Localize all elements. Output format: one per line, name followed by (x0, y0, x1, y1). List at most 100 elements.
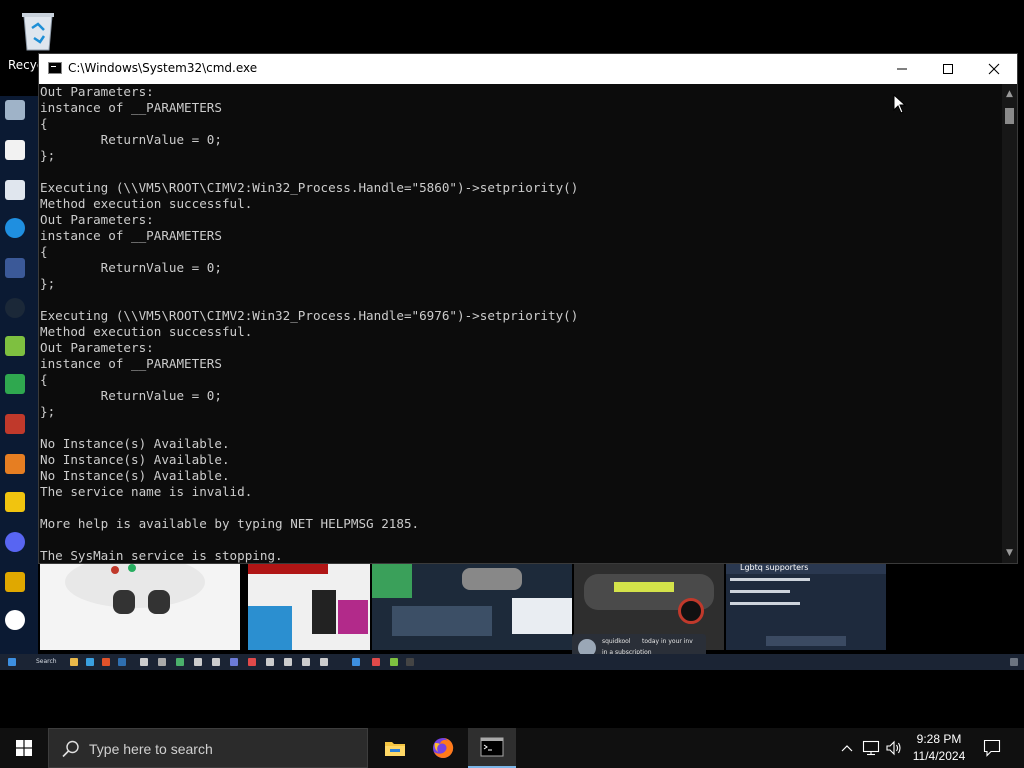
inner-taskbar-app[interactable] (176, 658, 184, 666)
thumbnail-products (248, 562, 370, 650)
show-hidden-icons-button[interactable] (838, 728, 856, 768)
taskbar-cmd[interactable] (468, 728, 516, 768)
volume-button[interactable] (884, 728, 904, 768)
thumbnail-controller (40, 556, 240, 650)
console-line: Executing (\\VM5\ROOT\CIMV2:Win32_Proces… (40, 180, 579, 195)
taskbar-search-box[interactable]: Type here to search (48, 728, 368, 768)
console-line: instance of __PARAMETERS (40, 356, 222, 371)
inner-taskbar-app[interactable] (158, 658, 166, 666)
console-line: }; (40, 404, 56, 419)
taskbar-firefox[interactable] (419, 728, 467, 768)
notification-text: today in your inv (642, 638, 693, 645)
scroll-down-arrow-icon[interactable]: ▼ (1002, 545, 1017, 561)
inner-discord-icon[interactable] (5, 532, 25, 552)
inner-taskbar-app[interactable] (406, 658, 414, 666)
inner-taskbar-app[interactable] (302, 658, 310, 666)
console-line: ReturnValue = 0; (40, 132, 222, 147)
inner-steam-icon[interactable] (5, 298, 25, 318)
inner-geometry-dash-icon[interactable] (5, 572, 25, 592)
inner-taskbar-app[interactable] (230, 658, 238, 666)
inner-start-icon[interactable] (8, 658, 16, 666)
taskbar-file-explorer[interactable] (371, 728, 419, 768)
console-output[interactable]: Out Parameters: instance of __PARAMETERS{… (39, 84, 1001, 563)
inner-shortcut-icon[interactable] (5, 374, 25, 394)
clock-time: 9:28 PM (916, 732, 962, 746)
console-line: }; (40, 148, 56, 163)
recycle-bin-icon[interactable] (18, 8, 58, 52)
scroll-up-arrow-icon[interactable]: ▲ (1002, 86, 1017, 102)
inner-taskbar-app[interactable] (194, 658, 202, 666)
console-line: No Instance(s) Available. (40, 436, 230, 451)
inner-taskbar-app[interactable] (70, 658, 78, 666)
console-line: No Instance(s) Available. (40, 468, 230, 483)
inner-taskbar-app[interactable] (372, 658, 380, 666)
inner-folder-icon[interactable] (5, 492, 25, 512)
console-line: The service name is invalid. (40, 484, 253, 499)
notification-icon (983, 739, 1001, 757)
maximize-button[interactable] (925, 54, 971, 84)
inner-taskbar-app[interactable] (86, 658, 94, 666)
inner-taskbar-app[interactable] (320, 658, 328, 666)
background-thumbnails: Lgbtq supporters (38, 556, 1018, 654)
title-bar[interactable]: C:\Windows\System32\cmd.exe (39, 54, 1017, 84)
firefox-icon (433, 737, 454, 758)
cmd-app-icon[interactable] (48, 62, 62, 74)
console-line: Out Parameters: (40, 212, 154, 227)
action-center-button[interactable] (978, 728, 1006, 768)
console-line: More help is available by typing NET HEL… (40, 516, 420, 531)
inner-taskbar-app[interactable] (212, 658, 220, 666)
console-line: { (40, 244, 48, 259)
inner-app-icon[interactable] (5, 140, 25, 160)
inner-notification-icon[interactable] (1010, 658, 1018, 666)
console-line: ReturnValue = 0; (40, 260, 222, 275)
inner-virtualbox-icon[interactable] (5, 258, 25, 278)
folder-icon (385, 742, 405, 756)
inner-taskbar-app[interactable] (248, 658, 256, 666)
thumbnail-stream-chat: Lgbtq supporters (726, 562, 886, 650)
cmd-icon (480, 737, 504, 757)
console-line: Executing (\\VM5\ROOT\CIMV2:Win32_Proces… (40, 308, 579, 323)
inner-taskbar-app[interactable] (140, 658, 148, 666)
inner-ubisoft-icon[interactable] (5, 610, 25, 630)
inner-taskbar-app[interactable] (390, 658, 398, 666)
console-line: No Instance(s) Available. (40, 452, 230, 467)
taskbar-clock[interactable]: 9:28 PM 11/4/2024 (904, 731, 974, 765)
cmd-window[interactable]: C:\Windows\System32\cmd.exe Out Paramete… (38, 53, 1018, 564)
taskbar: Type here to search 9:28 PM 11/4/2024 (0, 728, 1024, 768)
inner-taskbar: Search (0, 654, 1024, 670)
minimize-icon (897, 68, 907, 70)
speaker-icon (886, 740, 901, 756)
thumbnail-cars (372, 562, 572, 650)
inner-bluestacks-icon[interactable] (5, 336, 25, 356)
console-line: Method execution successful. (40, 324, 253, 339)
console-line: Out Parameters: (40, 340, 154, 355)
scroll-thumb[interactable] (1005, 108, 1014, 124)
inner-taskbar-app[interactable] (102, 658, 110, 666)
network-icon (862, 740, 880, 756)
inner-search-label[interactable]: Search (36, 658, 57, 665)
vertical-scrollbar[interactable]: ▲ ▼ (1002, 84, 1017, 563)
console-line: { (40, 372, 48, 387)
inner-taskbar-app[interactable] (266, 658, 274, 666)
stream-banner-text: Lgbtq supporters (740, 563, 809, 572)
console-line: ReturnValue = 0; (40, 388, 222, 403)
inner-game-icon[interactable] (5, 414, 25, 434)
console-line: { (40, 116, 48, 131)
inner-app2-icon[interactable] (5, 454, 25, 474)
clock-date: 11/4/2024 (912, 749, 966, 763)
console-line: instance of __PARAMETERS (40, 100, 222, 115)
console-line: Method execution successful. (40, 196, 253, 211)
inner-recycle-icon[interactable] (5, 100, 25, 120)
network-button[interactable] (860, 728, 882, 768)
minimize-button[interactable] (879, 54, 925, 84)
console-line: Out Parameters: (40, 84, 154, 99)
inner-taskbar-app[interactable] (118, 658, 126, 666)
console-line: The SysMain service is stopping. (40, 548, 283, 563)
start-button[interactable] (0, 728, 48, 768)
inner-taskbar-app[interactable] (284, 658, 292, 666)
inner-edge-icon[interactable] (5, 218, 25, 238)
mouse-cursor-icon (893, 93, 907, 114)
inner-taskbar-app[interactable] (352, 658, 360, 666)
inner-logitech-icon[interactable] (5, 180, 25, 200)
close-button[interactable] (971, 54, 1017, 84)
